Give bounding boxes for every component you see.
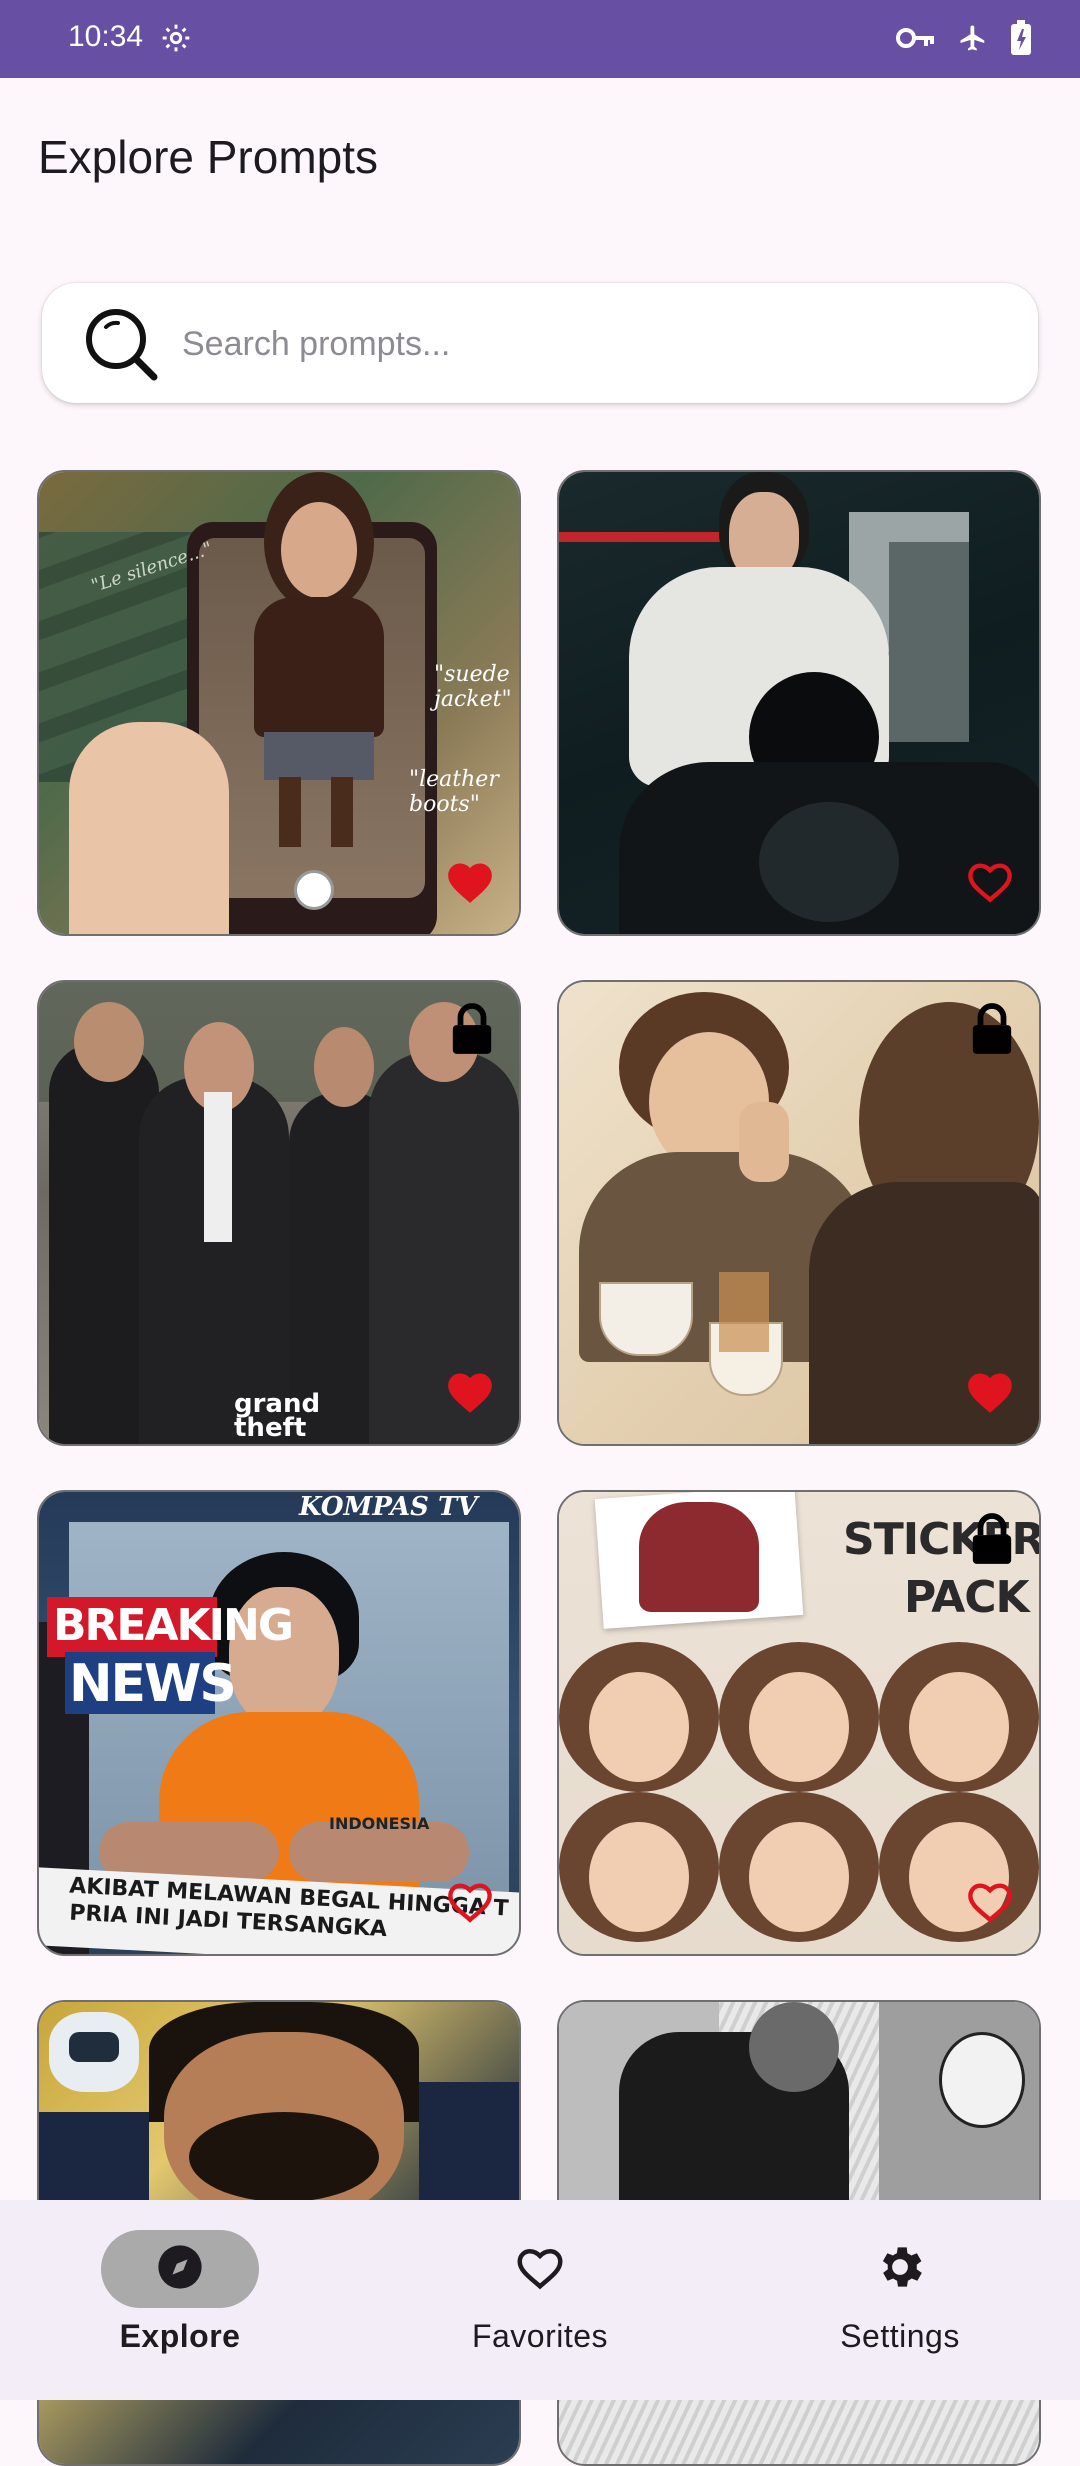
heart-outline-icon: [513, 2242, 567, 2297]
prompt-grid: "suede jacket" "leather boots" "Le silen…: [0, 0, 1080, 2466]
image-caption-text: NEWS: [69, 1654, 237, 1714]
lock-icon: [449, 1002, 495, 1061]
nav-favorites[interactable]: Favorites: [410, 2230, 670, 2380]
image-caption-text: grand theft: [234, 1389, 321, 1443]
image-caption-text: PACK: [904, 1572, 1030, 1623]
bottom-navigation: Explore Favorites Settings: [0, 2200, 1080, 2400]
nav-settings[interactable]: Settings: [770, 2230, 1030, 2380]
prompt-card[interactable]: BREAKING NEWS KOMPAS TV INDONESIA AKIBAT…: [37, 1490, 521, 1956]
image-caption-text: "leather boots": [409, 767, 499, 817]
nav-label: Explore: [119, 2318, 241, 2354]
prompt-card[interactable]: [557, 470, 1041, 936]
prompt-card[interactable]: STICKER PACK: [557, 1490, 1041, 1956]
image-caption-text: INDONESIA: [329, 1814, 430, 1833]
gear-icon: [873, 2240, 927, 2299]
nav-settings-indicator: [821, 2230, 979, 2308]
prompt-card[interactable]: "suede jacket" "leather boots" "Le silen…: [37, 470, 521, 936]
compass-icon: [154, 2241, 206, 2298]
prompt-card[interactable]: [557, 980, 1041, 1446]
nav-label: Settings: [840, 2318, 960, 2354]
image-caption-text: BREAKING: [53, 1600, 294, 1651]
favorite-heart-outline-icon[interactable]: [963, 1877, 1017, 1930]
nav-explore[interactable]: Explore: [50, 2230, 310, 2380]
lock-icon: [969, 1002, 1015, 1061]
favorite-heart-icon[interactable]: [443, 1367, 497, 1420]
nav-favorites-indicator: [461, 2230, 619, 2308]
favorite-heart-outline-icon[interactable]: [443, 1877, 497, 1930]
image-caption-text: KOMPAS TV: [299, 1492, 478, 1522]
favorite-heart-outline-icon[interactable]: [963, 857, 1017, 910]
favorite-heart-icon[interactable]: [443, 857, 497, 910]
prompt-card[interactable]: grand theft: [37, 980, 521, 1446]
nav-explore-indicator: [101, 2230, 259, 2308]
image-caption-text: "suede jacket": [434, 662, 512, 712]
nav-label: Favorites: [471, 2318, 609, 2354]
lock-icon: [969, 1512, 1015, 1571]
favorite-heart-icon[interactable]: [963, 1367, 1017, 1420]
